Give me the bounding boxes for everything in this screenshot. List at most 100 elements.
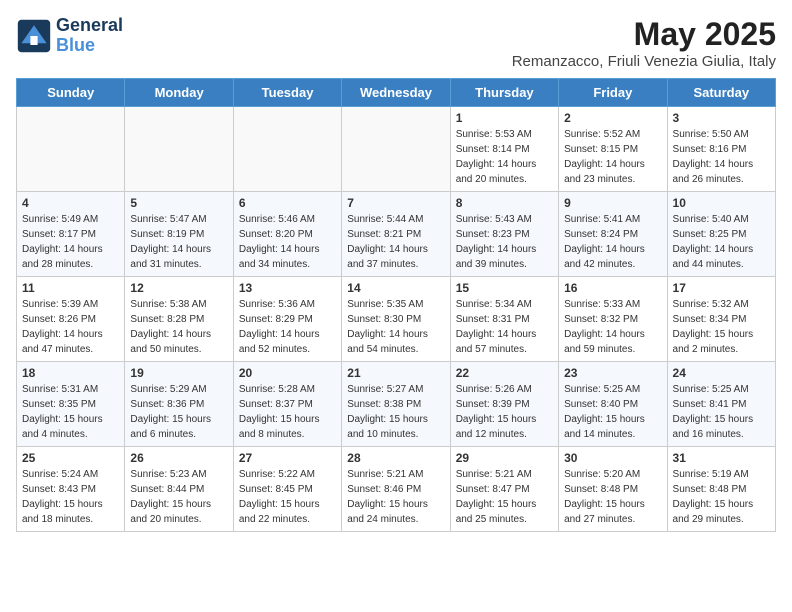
header: General Blue May 2025 Remanzacco, Friuli… [16, 16, 776, 70]
weekday-header-sunday: Sunday [17, 79, 125, 107]
day-info: Sunrise: 5:21 AMSunset: 8:46 PMDaylight:… [347, 467, 444, 527]
day-cell: 24Sunrise: 5:25 AMSunset: 8:41 PMDayligh… [667, 362, 775, 447]
day-number: 30 [564, 451, 661, 465]
day-info: Sunrise: 5:43 AMSunset: 8:23 PMDaylight:… [456, 212, 553, 272]
day-number: 5 [130, 196, 227, 210]
day-cell: 31 Sunrise: 5:19 AMSunset: 8:48 PMDayligh… [667, 447, 775, 532]
day-info: Sunrise: 5:47 AMSunset: 8:19 PMDaylight:… [130, 212, 227, 272]
day-number: 7 [347, 196, 444, 210]
day-cell: 25Sunrise: 5:24 AMSunset: 8:43 PMDayligh… [17, 447, 125, 532]
day-cell: 18Sunrise: 5:31 AMSunset: 8:35 PMDayligh… [17, 362, 125, 447]
day-info: Sunrise: 5:27 AMSunset: 8:38 PMDaylight:… [347, 382, 444, 442]
weekday-header-tuesday: Tuesday [233, 79, 341, 107]
day-info: Sunrise: 5:20 AMSunset: 8:48 PMDaylight:… [564, 467, 661, 527]
week-row-3: 11Sunrise: 5:39 AMSunset: 8:26 PMDayligh… [17, 277, 776, 362]
day-number: 9 [564, 196, 661, 210]
day-cell: 14 Sunrise: 5:35 AMSunset: 8:30 PMDayligh… [342, 277, 450, 362]
day-info: Sunrise: 5:19 AMSunset: 8:48 PMDaylight:… [673, 467, 770, 527]
day-number: 18 [22, 366, 119, 380]
weekday-header-friday: Friday [559, 79, 667, 107]
day-number: 8 [456, 196, 553, 210]
month-title: May 2025 [512, 16, 776, 53]
day-number: 13 [239, 281, 336, 295]
day-cell [233, 107, 341, 192]
day-number: 14 [347, 281, 444, 295]
day-cell: 26Sunrise: 5:23 AMSunset: 8:44 PMDayligh… [125, 447, 233, 532]
day-cell: 21 Sunrise: 5:27 AMSunset: 8:38 PMDayligh… [342, 362, 450, 447]
day-cell [17, 107, 125, 192]
location-title: Remanzacco, Friuli Venezia Giulia, Italy [512, 53, 776, 70]
day-cell: 23 Sunrise: 5:25 AMSunset: 8:40 PMDayligh… [559, 362, 667, 447]
day-info: Sunrise: 5:40 AMSunset: 8:25 PMDaylight:… [673, 212, 770, 272]
day-number: 21 [347, 366, 444, 380]
day-info: Sunrise: 5:41 AMSunset: 8:24 PMDaylight:… [564, 212, 661, 272]
day-info: Sunrise: 5:49 AMSunset: 8:17 PMDaylight:… [22, 212, 119, 272]
day-number: 10 [673, 196, 770, 210]
day-cell: 5 Sunrise: 5:47 AMSunset: 8:19 PMDaylight… [125, 192, 233, 277]
day-info: Sunrise: 5:39 AMSunset: 8:26 PMDaylight:… [22, 297, 119, 357]
day-number: 27 [239, 451, 336, 465]
day-cell: 28 Sunrise: 5:21 AMSunset: 8:46 PMDayligh… [342, 447, 450, 532]
weekday-header-thursday: Thursday [450, 79, 558, 107]
day-number: 25 [22, 451, 119, 465]
day-cell: 1 Sunrise: 5:53 AMSunset: 8:14 PMDaylight… [450, 107, 558, 192]
day-cell: 17Sunrise: 5:32 AMSunset: 8:34 PMDayligh… [667, 277, 775, 362]
day-cell: 3Sunrise: 5:50 AMSunset: 8:16 PMDaylight… [667, 107, 775, 192]
day-number: 29 [456, 451, 553, 465]
day-info: Sunrise: 5:44 AMSunset: 8:21 PMDaylight:… [347, 212, 444, 272]
day-number: 6 [239, 196, 336, 210]
day-cell: 13Sunrise: 5:36 AMSunset: 8:29 PMDayligh… [233, 277, 341, 362]
day-number: 17 [673, 281, 770, 295]
week-row-2: 4 Sunrise: 5:49 AMSunset: 8:17 PMDaylight… [17, 192, 776, 277]
day-number: 16 [564, 281, 661, 295]
weekday-header-row: SundayMondayTuesdayWednesdayThursdayFrid… [17, 79, 776, 107]
day-info: Sunrise: 5:26 AMSunset: 8:39 PMDaylight:… [456, 382, 553, 442]
day-number: 15 [456, 281, 553, 295]
day-number: 1 [456, 111, 553, 125]
day-number: 23 [564, 366, 661, 380]
calendar: SundayMondayTuesdayWednesdayThursdayFrid… [16, 78, 776, 532]
day-number: 24 [673, 366, 770, 380]
day-cell [342, 107, 450, 192]
week-row-5: 25Sunrise: 5:24 AMSunset: 8:43 PMDayligh… [17, 447, 776, 532]
day-number: 2 [564, 111, 661, 125]
day-info: Sunrise: 5:23 AMSunset: 8:44 PMDaylight:… [130, 467, 227, 527]
week-row-1: 1 Sunrise: 5:53 AMSunset: 8:14 PMDaylight… [17, 107, 776, 192]
day-cell: 29 Sunrise: 5:21 AMSunset: 8:47 PMDayligh… [450, 447, 558, 532]
week-row-4: 18Sunrise: 5:31 AMSunset: 8:35 PMDayligh… [17, 362, 776, 447]
day-info: Sunrise: 5:38 AMSunset: 8:28 PMDaylight:… [130, 297, 227, 357]
day-info: Sunrise: 5:28 AMSunset: 8:37 PMDaylight:… [239, 382, 336, 442]
day-info: Sunrise: 5:21 AMSunset: 8:47 PMDaylight:… [456, 467, 553, 527]
day-cell: 22 Sunrise: 5:26 AMSunset: 8:39 PMDayligh… [450, 362, 558, 447]
day-cell: 10 Sunrise: 5:40 AMSunset: 8:25 PMDayligh… [667, 192, 775, 277]
day-number: 20 [239, 366, 336, 380]
day-number: 28 [347, 451, 444, 465]
day-cell: 6 Sunrise: 5:46 AMSunset: 8:20 PMDaylight… [233, 192, 341, 277]
day-info: Sunrise: 5:29 AMSunset: 8:36 PMDaylight:… [130, 382, 227, 442]
day-cell: 12 Sunrise: 5:38 AMSunset: 8:28 PMDayligh… [125, 277, 233, 362]
day-cell [125, 107, 233, 192]
weekday-header-monday: Monday [125, 79, 233, 107]
day-info: Sunrise: 5:25 AMSunset: 8:40 PMDaylight:… [564, 382, 661, 442]
day-info: Sunrise: 5:46 AMSunset: 8:20 PMDaylight:… [239, 212, 336, 272]
day-cell: 30 Sunrise: 5:20 AMSunset: 8:48 PMDayligh… [559, 447, 667, 532]
title-block: May 2025 Remanzacco, Friuli Venezia Giul… [512, 16, 776, 70]
weekday-header-wednesday: Wednesday [342, 79, 450, 107]
day-number: 22 [456, 366, 553, 380]
day-info: Sunrise: 5:52 AMSunset: 8:15 PMDaylight:… [564, 127, 661, 187]
day-info: Sunrise: 5:34 AMSunset: 8:31 PMDaylight:… [456, 297, 553, 357]
day-info: Sunrise: 5:33 AMSunset: 8:32 PMDaylight:… [564, 297, 661, 357]
day-number: 12 [130, 281, 227, 295]
day-cell: 11Sunrise: 5:39 AMSunset: 8:26 PMDayligh… [17, 277, 125, 362]
weekday-header-saturday: Saturday [667, 79, 775, 107]
day-cell: 16 Sunrise: 5:33 AMSunset: 8:32 PMDayligh… [559, 277, 667, 362]
day-number: 4 [22, 196, 119, 210]
day-info: Sunrise: 5:35 AMSunset: 8:30 PMDaylight:… [347, 297, 444, 357]
day-info: Sunrise: 5:53 AMSunset: 8:14 PMDaylight:… [456, 127, 553, 187]
day-info: Sunrise: 5:22 AMSunset: 8:45 PMDaylight:… [239, 467, 336, 527]
day-cell: 4 Sunrise: 5:49 AMSunset: 8:17 PMDaylight… [17, 192, 125, 277]
day-number: 31 [673, 451, 770, 465]
logo-text: General Blue [56, 16, 123, 56]
day-cell: 7 Sunrise: 5:44 AMSunset: 8:21 PMDaylight… [342, 192, 450, 277]
day-cell: 9 Sunrise: 5:41 AMSunset: 8:24 PMDaylight… [559, 192, 667, 277]
